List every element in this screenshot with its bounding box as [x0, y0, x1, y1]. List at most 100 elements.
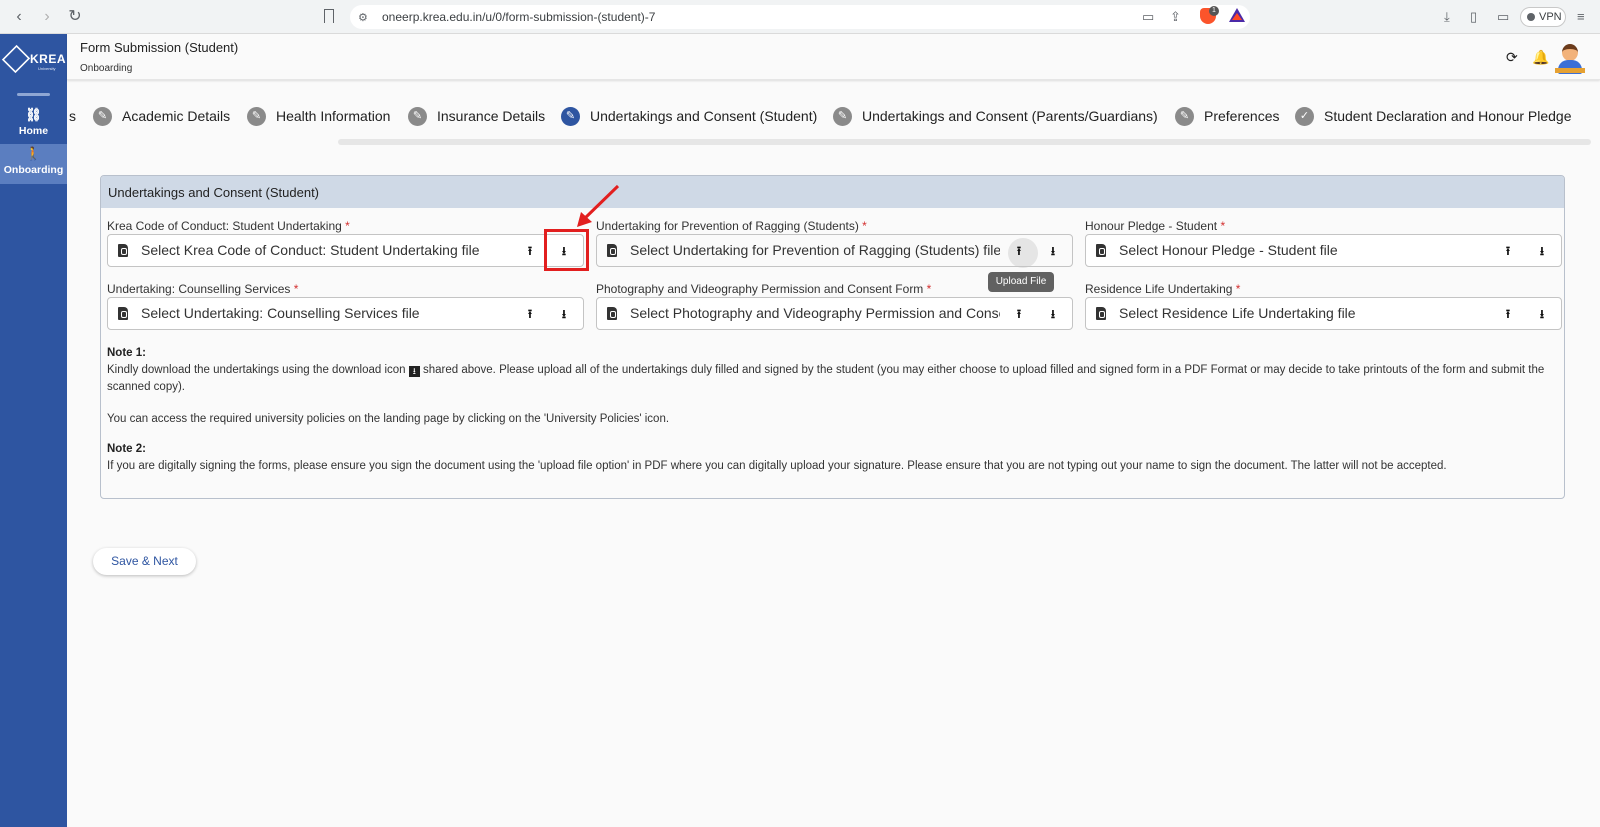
- file-icon: [118, 307, 128, 320]
- upload-icon[interactable]: ⭱: [1007, 240, 1031, 262]
- vpn-status-icon: [1527, 13, 1535, 21]
- field-label-residence-life: Residence Life Undertaking *: [1085, 282, 1240, 296]
- link-icon: ⛓: [25, 107, 42, 122]
- site-info-icon[interactable]: ⚙: [358, 11, 368, 24]
- file-icon: [118, 244, 128, 257]
- step-label: Preferences: [1204, 108, 1280, 124]
- vpn-button[interactable]: VPN: [1520, 7, 1566, 27]
- upload-file-tooltip: Upload File: [988, 272, 1054, 292]
- download-icon[interactable]: ⭳: [1530, 240, 1554, 262]
- note2-text: If you are digitally signing the forms, …: [107, 460, 1447, 472]
- download-icon[interactable]: ⭳: [552, 303, 576, 325]
- notes-section: Note 1: Kindly download the undertakings…: [107, 345, 1557, 475]
- note1-text-c: You can access the required university p…: [107, 413, 670, 425]
- logo-text: KREA: [30, 52, 67, 66]
- krea-logo[interactable]: KREA University: [1, 44, 67, 78]
- field-label-prevention-of-ragging: Undertaking for Prevention of Ragging (S…: [596, 219, 867, 233]
- sidebar-item-home[interactable]: ⛓ Home: [0, 105, 67, 145]
- wallet-icon[interactable]: ▭: [1497, 9, 1509, 25]
- step-undertakings-student[interactable]: ✎ Undertakings and Consent (Student): [561, 103, 817, 129]
- label-text: Undertaking: Counselling Services: [107, 282, 291, 296]
- file-input-residence-life[interactable]: Select Residence Life Undertaking file ⭱…: [1085, 297, 1562, 330]
- upload-icon[interactable]: ⭱: [1496, 240, 1520, 262]
- label-text: Honour Pledge - Student: [1085, 219, 1218, 233]
- notification-bell-icon[interactable]: 🔔: [1532, 49, 1549, 66]
- annotation-highlight-box: [544, 229, 589, 271]
- step-insurance-details[interactable]: ✎ Insurance Details: [408, 103, 545, 129]
- sidebar-item-onboarding[interactable]: 🚶 Onboarding: [0, 144, 67, 184]
- note1-text-a: Kindly download the undertakings using t…: [107, 364, 406, 376]
- step-label: Undertakings and Consent (Student): [590, 108, 818, 124]
- step-previous-partial[interactable]: s: [69, 103, 76, 129]
- upload-icon[interactable]: ⭱: [518, 303, 542, 325]
- menu-icon[interactable]: ≡: [1577, 9, 1585, 24]
- url-text[interactable]: oneerp.krea.edu.in/u/0/form-submission-(…: [382, 10, 655, 24]
- step-label: Undertakings and Consent (Parents/Guardi…: [862, 108, 1158, 124]
- upload-icon[interactable]: ⭱: [1007, 303, 1031, 325]
- field-label-code-of-conduct: Krea Code of Conduct: Student Undertakin…: [107, 219, 350, 233]
- label-text: Krea Code of Conduct: Student Undertakin…: [107, 219, 342, 233]
- label-text: Photography and Videography Permission a…: [596, 282, 924, 296]
- step-declaration-honour-pledge[interactable]: ✓ Student Declaration and Honour Pledge: [1295, 103, 1572, 129]
- required-marker: *: [1220, 219, 1226, 233]
- download-icon[interactable]: ⭳: [1530, 303, 1554, 325]
- stepper-scrollbar[interactable]: [338, 139, 1591, 145]
- file-input-counselling-services[interactable]: Select Undertaking: Counselling Services…: [107, 297, 584, 330]
- field-label-photography-consent: Photography and Videography Permission a…: [596, 282, 931, 296]
- annotation-arrow-icon: [577, 184, 620, 227]
- file-input-placeholder[interactable]: Select Undertaking for Prevention of Rag…: [630, 242, 1000, 258]
- vpn-label: VPN: [1539, 11, 1562, 23]
- file-input-prevention-of-ragging[interactable]: Select Undertaking for Prevention of Rag…: [596, 234, 1073, 267]
- file-input-placeholder[interactable]: Select Photography and Videography Permi…: [630, 305, 1000, 321]
- file-input-placeholder[interactable]: Select Krea Code of Conduct: Student Und…: [141, 242, 511, 258]
- required-marker: *: [345, 219, 350, 233]
- file-icon: [607, 244, 617, 257]
- download-icon[interactable]: ⭳: [1041, 303, 1065, 325]
- upload-icon[interactable]: ⭱: [1496, 303, 1520, 325]
- step-label: Student Declaration and Honour Pledge: [1324, 108, 1572, 124]
- download-icon[interactable]: ⭳: [1041, 240, 1065, 262]
- file-icon: [1096, 307, 1106, 320]
- refresh-icon[interactable]: ⟳: [1506, 49, 1518, 66]
- shields-badge: 1: [1209, 6, 1219, 16]
- save-next-button[interactable]: Save & Next: [93, 548, 196, 575]
- breadcrumb[interactable]: Onboarding: [80, 63, 132, 74]
- logo-subtext: University: [38, 66, 56, 71]
- sidebar-toggle-icon[interactable]: ▯: [1470, 9, 1477, 25]
- reload-icon[interactable]: ↻: [66, 8, 84, 26]
- share-icon[interactable]: ⇪: [1170, 9, 1181, 25]
- step-health-information[interactable]: ✎ Health Information: [247, 103, 390, 129]
- note1-heading: Note 1:: [107, 347, 146, 359]
- note2-heading: Note 2:: [107, 443, 146, 455]
- download-icon[interactable]: ⤓: [1444, 9, 1450, 25]
- file-input-placeholder[interactable]: Select Residence Life Undertaking file: [1119, 305, 1489, 321]
- step-label: Health Information: [276, 108, 391, 124]
- cast-icon[interactable]: ▭: [1142, 9, 1154, 25]
- download-icon: ⭳: [408, 366, 420, 377]
- required-marker: *: [1235, 282, 1241, 296]
- file-input-placeholder[interactable]: Select Undertaking: Counselling Services…: [141, 305, 511, 321]
- step-preferences[interactable]: ✎ Preferences: [1175, 103, 1279, 129]
- edit-icon: ✎: [408, 106, 427, 126]
- avatar-book: [1555, 68, 1585, 73]
- back-icon[interactable]: ‹: [10, 8, 28, 26]
- file-icon: [607, 307, 617, 320]
- avatar[interactable]: [1555, 42, 1585, 74]
- label-text: Undertaking for Prevention of Ragging (S…: [596, 219, 859, 233]
- sidebar-item-label: Onboarding: [3, 164, 64, 176]
- file-input-honour-pledge[interactable]: Select Honour Pledge - Student file ⭱ ⭳: [1085, 234, 1562, 267]
- file-input-placeholder[interactable]: Select Honour Pledge - Student file: [1119, 242, 1489, 258]
- file-input-code-of-conduct[interactable]: Select Krea Code of Conduct: Student Und…: [107, 234, 584, 267]
- forward-icon[interactable]: ›: [38, 8, 56, 26]
- bookmark-icon[interactable]: [324, 9, 334, 23]
- page-title: Form Submission (Student): [80, 40, 239, 55]
- app-header: [67, 34, 1600, 80]
- edit-icon: ✎: [247, 106, 266, 126]
- step-undertakings-parents[interactable]: ✎ Undertakings and Consent (Parents/Guard…: [833, 103, 1158, 129]
- label-text: Residence Life Undertaking: [1085, 282, 1233, 296]
- field-label-honour-pledge: Honour Pledge - Student *: [1085, 219, 1225, 233]
- edit-icon: ✎: [561, 106, 580, 126]
- upload-icon[interactable]: ⭱: [518, 240, 542, 262]
- file-input-photography-consent[interactable]: Select Photography and Videography Permi…: [596, 297, 1073, 330]
- step-academic-details[interactable]: ✎ Academic Details: [93, 103, 230, 129]
